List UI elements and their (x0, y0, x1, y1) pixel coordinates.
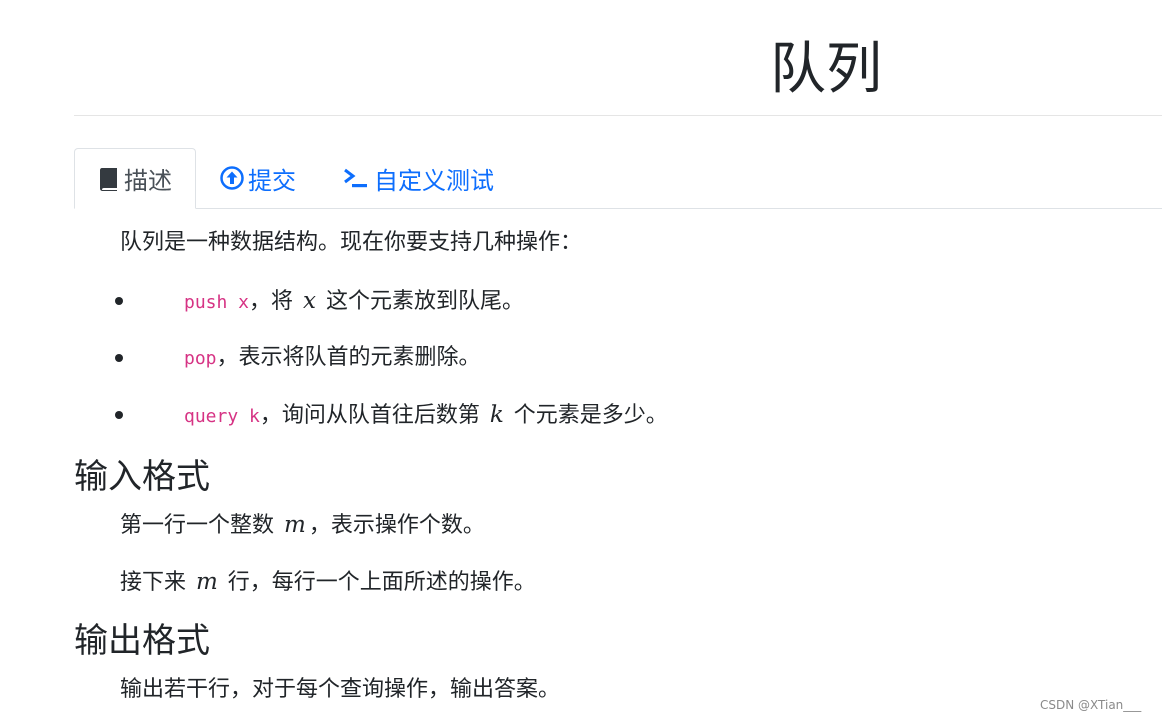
math-var: m (196, 569, 218, 595)
upload-circle-icon (220, 166, 244, 190)
list-item-text: query k，询问从队首往后数第 k 个元素是多少。 (184, 400, 668, 432)
output-line-1: 输出若干行，对于每个查询操作，输出答案。 (120, 677, 561, 702)
input-line-1: 第一行一个整数 m ，表示操作个数。 (120, 510, 485, 541)
list-item-pop: pop，表示将队首的元素删除。 (115, 343, 815, 373)
text-fragment: 第一行一个整数 (120, 513, 281, 538)
input-line-2: 接下来 m 行，每行一个上面所述的操作。 (120, 567, 536, 598)
text-fragment: 个元素是多少。 (506, 403, 668, 428)
list-item-text: push x，将 x 这个元素放到队尾。 (184, 286, 524, 318)
tab-bar: 描述 提交 自定义测试 (74, 148, 1162, 209)
input-format-heading: 输入格式 (74, 457, 210, 497)
watermark: CSDN @XTian___ (1040, 698, 1142, 712)
tab-submit-label: 提交 (248, 166, 296, 195)
tab-submit[interactable]: 提交 (220, 148, 296, 208)
code-pop: pop (184, 348, 217, 369)
text-fragment: ，将 (249, 289, 301, 314)
math-var: k (489, 402, 504, 428)
bullet-dot (115, 297, 123, 305)
code-push: push x (184, 292, 250, 313)
text-fragment: 接下来 (120, 570, 193, 595)
bullet-dot (115, 354, 123, 362)
list-item-push: push x，将 x 这个元素放到队尾。 (115, 286, 815, 316)
description-intro: 队列是一种数据结构。现在你要支持几种操作： (120, 230, 583, 255)
text-fragment: 这个元素放到队尾。 (319, 289, 525, 314)
title-divider (74, 115, 1162, 116)
math-var: x (303, 288, 317, 314)
tab-custom-test[interactable]: 自定义测试 (344, 148, 494, 208)
tab-description-label: 描述 (124, 167, 172, 195)
text-fragment: ，表示操作个数。 (308, 513, 485, 538)
list-item-text: pop，表示将队首的元素删除。 (184, 343, 481, 374)
tab-custom-test-label: 自定义测试 (374, 166, 494, 195)
bullet-dot (115, 411, 123, 419)
tab-bar-divider (74, 208, 1162, 209)
tab-description[interactable]: 描述 (74, 148, 196, 209)
terminal-icon (344, 167, 368, 189)
output-format-heading: 输出格式 (74, 621, 210, 661)
text-fragment: 行，每行一个上面所述的操作。 (220, 570, 536, 595)
page-title: 队列 (770, 37, 882, 102)
text-fragment: ，询问从队首往后数第 (259, 403, 487, 428)
text-fragment: ，表示将队首的元素删除。 (216, 345, 481, 370)
list-item-query: query k，询问从队首往后数第 k 个元素是多少。 (115, 400, 815, 430)
math-var: m (284, 512, 306, 538)
code-query: query k (184, 406, 260, 427)
book-icon (98, 167, 120, 191)
